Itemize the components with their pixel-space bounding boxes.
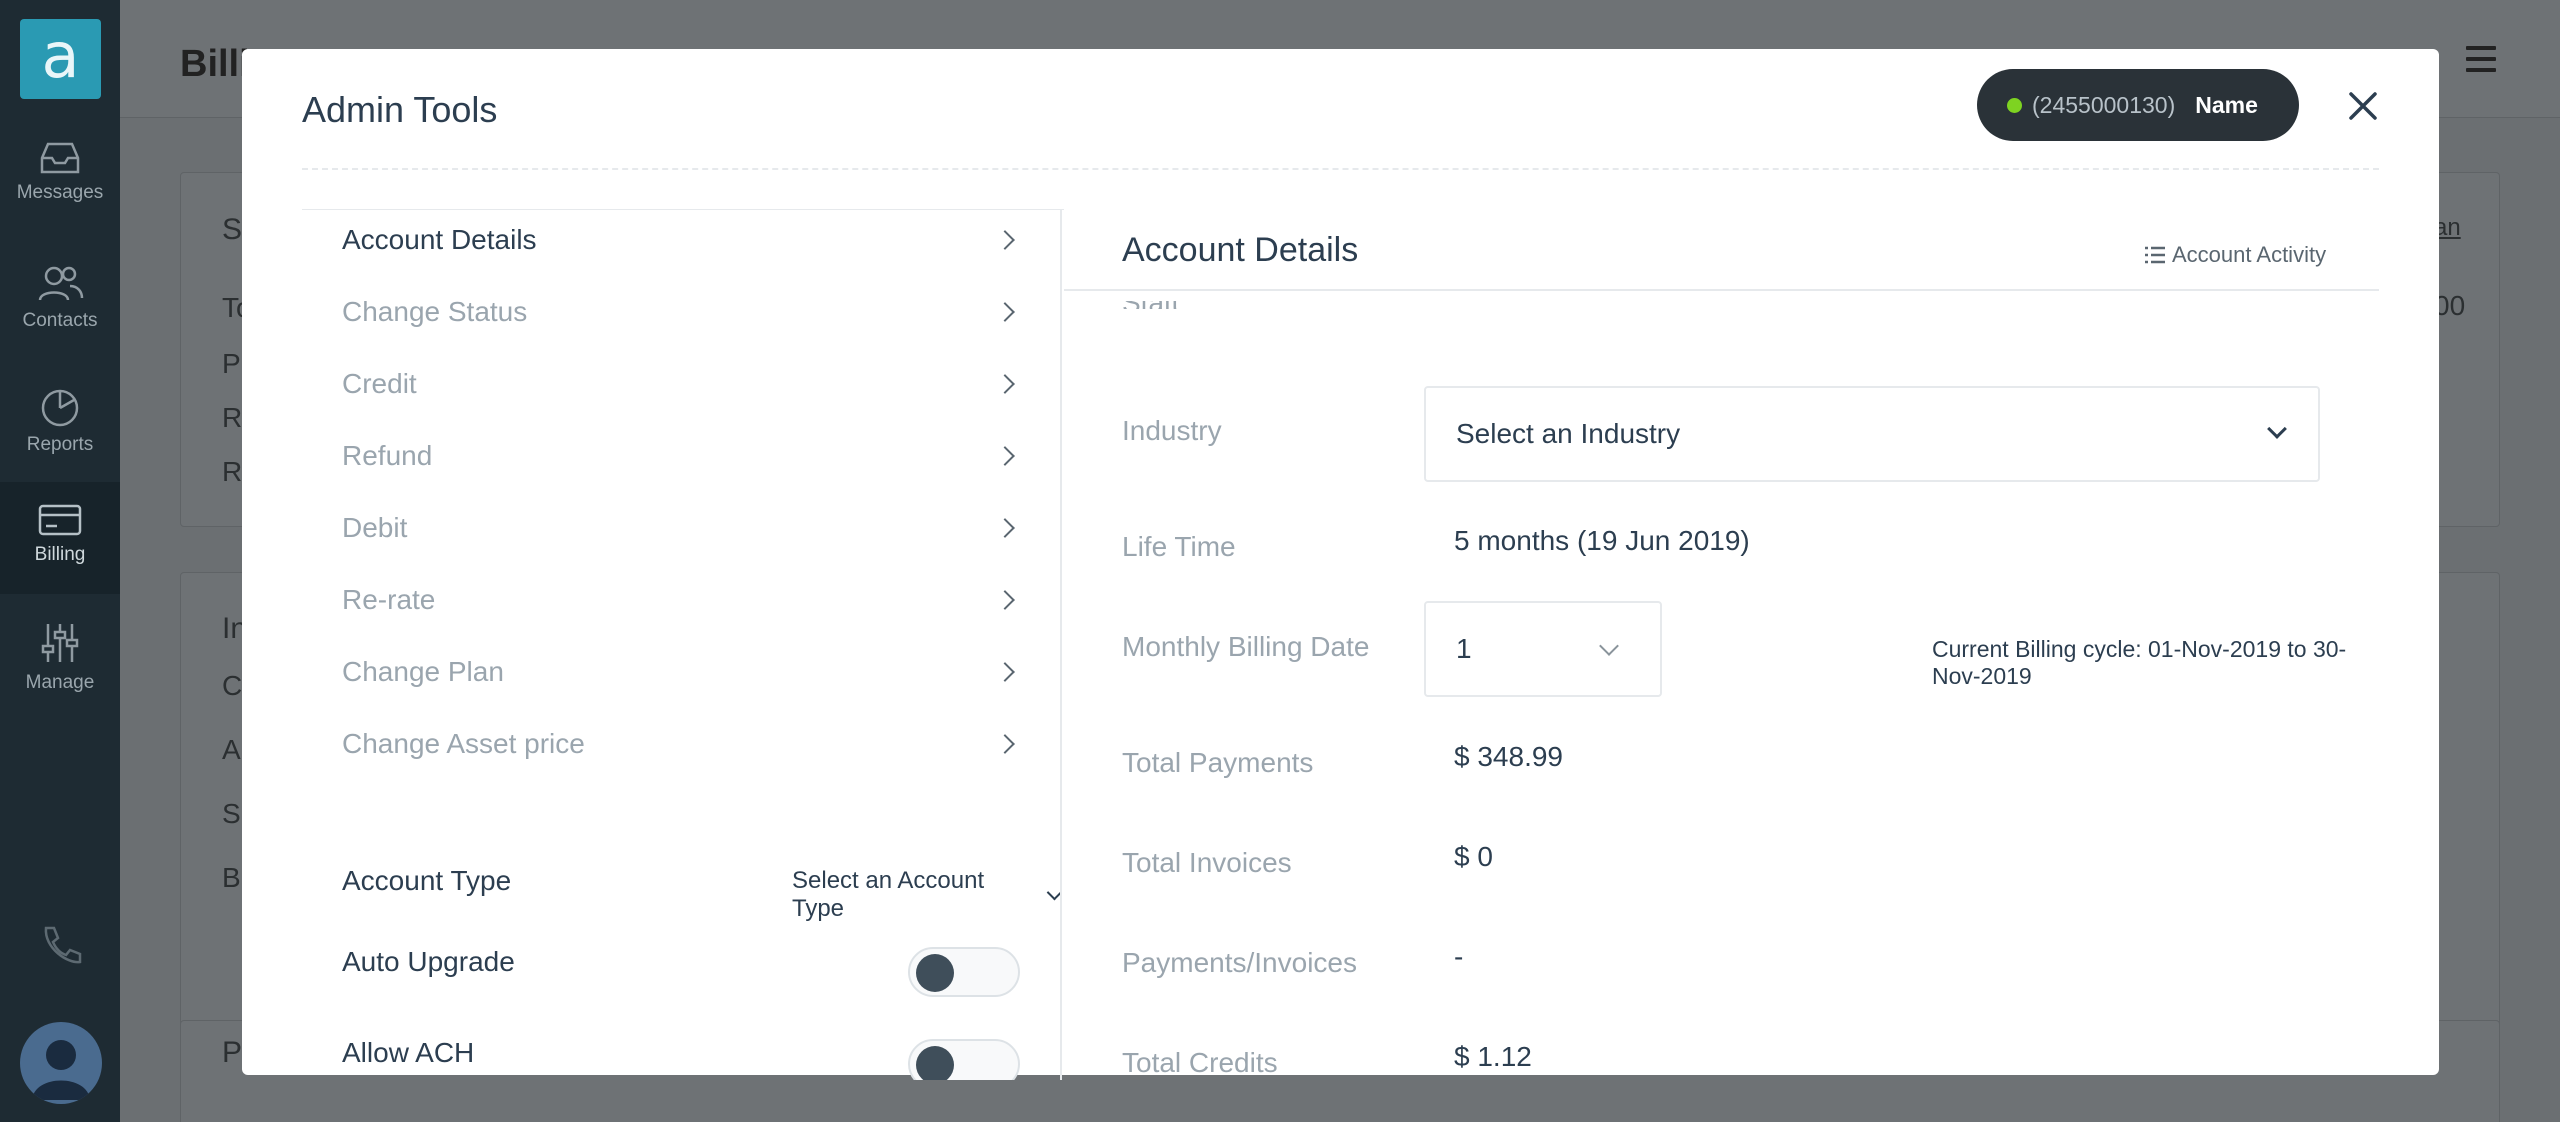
admin-tools-modal: Admin Tools (2455000130) Name Account De… (242, 49, 2439, 1080)
menu-item-label: Change Asset price (342, 728, 585, 759)
payments-invoices-value: - (1454, 941, 1464, 972)
menu-item-label: Re-rate (342, 584, 436, 615)
auto-upgrade-toggle[interactable] (908, 947, 1020, 997)
industry-select[interactable]: Select an Industry (1424, 386, 2320, 482)
account-type-select[interactable]: Select an Account Type (792, 867, 1060, 923)
account-badge[interactable]: (2455000130) Name (1977, 69, 2299, 141)
billing-date-label: Monthly Billing Date (1122, 631, 1370, 662)
total-invoices-value: $ 0 (1454, 841, 1493, 872)
chevron-right-icon (995, 374, 1015, 394)
menu-item-debit[interactable]: Debit (342, 503, 1022, 553)
menu-item-label: Change Status (342, 296, 528, 327)
account-number: (2455000130) (2032, 91, 2176, 118)
account-name: Name (2195, 91, 2258, 118)
billing-cycle-text: Current Billing cycle: 01-Nov-2019 to 30… (1932, 636, 2347, 689)
account-type-label: Account Type (342, 865, 512, 896)
billing-date-value: 1 (1456, 633, 1472, 664)
menu-item-label: Account Details (342, 224, 537, 255)
chevron-down-icon (2267, 419, 2287, 439)
menu-item-label: Change Plan (342, 656, 504, 687)
payments-invoices-label: Payments/Invoices (1122, 947, 1357, 978)
close-icon[interactable] (2348, 91, 2378, 121)
total-payments-value: $ 348.99 (1454, 741, 1563, 772)
panel-title: Account Details (1122, 231, 1359, 269)
lifetime-value: 5 months (19 Jun 2019) (1454, 525, 1750, 556)
menu-item-label: Credit (342, 368, 417, 399)
panel-header: Account Details Account Activity (1064, 209, 2379, 291)
list-icon (2145, 246, 2165, 264)
online-status-icon (2007, 97, 2022, 113)
chevron-right-icon (995, 302, 1015, 322)
menu-item-label: Debit (342, 512, 408, 543)
account-type-value: Select an Account Type (792, 867, 985, 922)
menu-item-change-plan[interactable]: Change Plan (342, 647, 1022, 697)
allow-ach-label: Allow ACH (342, 1037, 475, 1068)
total-invoices-label: Total Invoices (1122, 847, 1292, 878)
header-divider (302, 168, 2379, 170)
chevron-down-icon (1046, 884, 1060, 900)
industry-label: Industry (1122, 415, 1222, 446)
menu-item-label: Refund (342, 440, 433, 471)
industry-value: Select an Industry (1456, 418, 1681, 449)
billing-date-select[interactable]: 1 (1424, 601, 1662, 697)
chevron-right-icon (995, 446, 1015, 466)
admin-menu: Account Details Change Status Credit Ref… (302, 209, 1062, 1080)
total-credits-label: Total Credits (1122, 1047, 1278, 1078)
chevron-right-icon (995, 518, 1015, 538)
modal-title: Admin Tools (302, 89, 498, 130)
total-payments-label: Total Payments (1122, 747, 1314, 778)
toggle-knob (916, 1046, 954, 1080)
chevron-right-icon (995, 230, 1015, 250)
chevron-right-icon (995, 734, 1015, 754)
chevron-right-icon (995, 590, 1015, 610)
menu-item-change-status[interactable]: Change Status (342, 287, 1022, 337)
chevron-down-icon (1599, 636, 1619, 656)
allow-ach-toggle[interactable] (908, 1039, 1020, 1080)
toggle-knob (916, 954, 954, 992)
menu-item-credit[interactable]: Credit (342, 359, 1022, 409)
menu-item-change-asset-price[interactable]: Change Asset price (342, 719, 1022, 769)
menu-item-re-rate[interactable]: Re-rate (342, 575, 1022, 625)
auto-upgrade-label: Auto Upgrade (342, 946, 515, 977)
menu-item-account-details[interactable]: Account Details (342, 215, 1022, 265)
lifetime-label: Life Time (1122, 531, 1236, 562)
status-label-scrolled: Status (1122, 301, 1182, 309)
account-activity-link[interactable]: Account Activity (2144, 242, 2326, 268)
total-credits-value: $ 1.12 (1454, 1041, 1532, 1072)
account-details-panel: Account Details Account Activity Status … (1064, 209, 2379, 1080)
chevron-right-icon (995, 662, 1015, 682)
menu-item-refund[interactable]: Refund (342, 431, 1022, 481)
account-activity-label: Account Activity (2172, 242, 2327, 267)
